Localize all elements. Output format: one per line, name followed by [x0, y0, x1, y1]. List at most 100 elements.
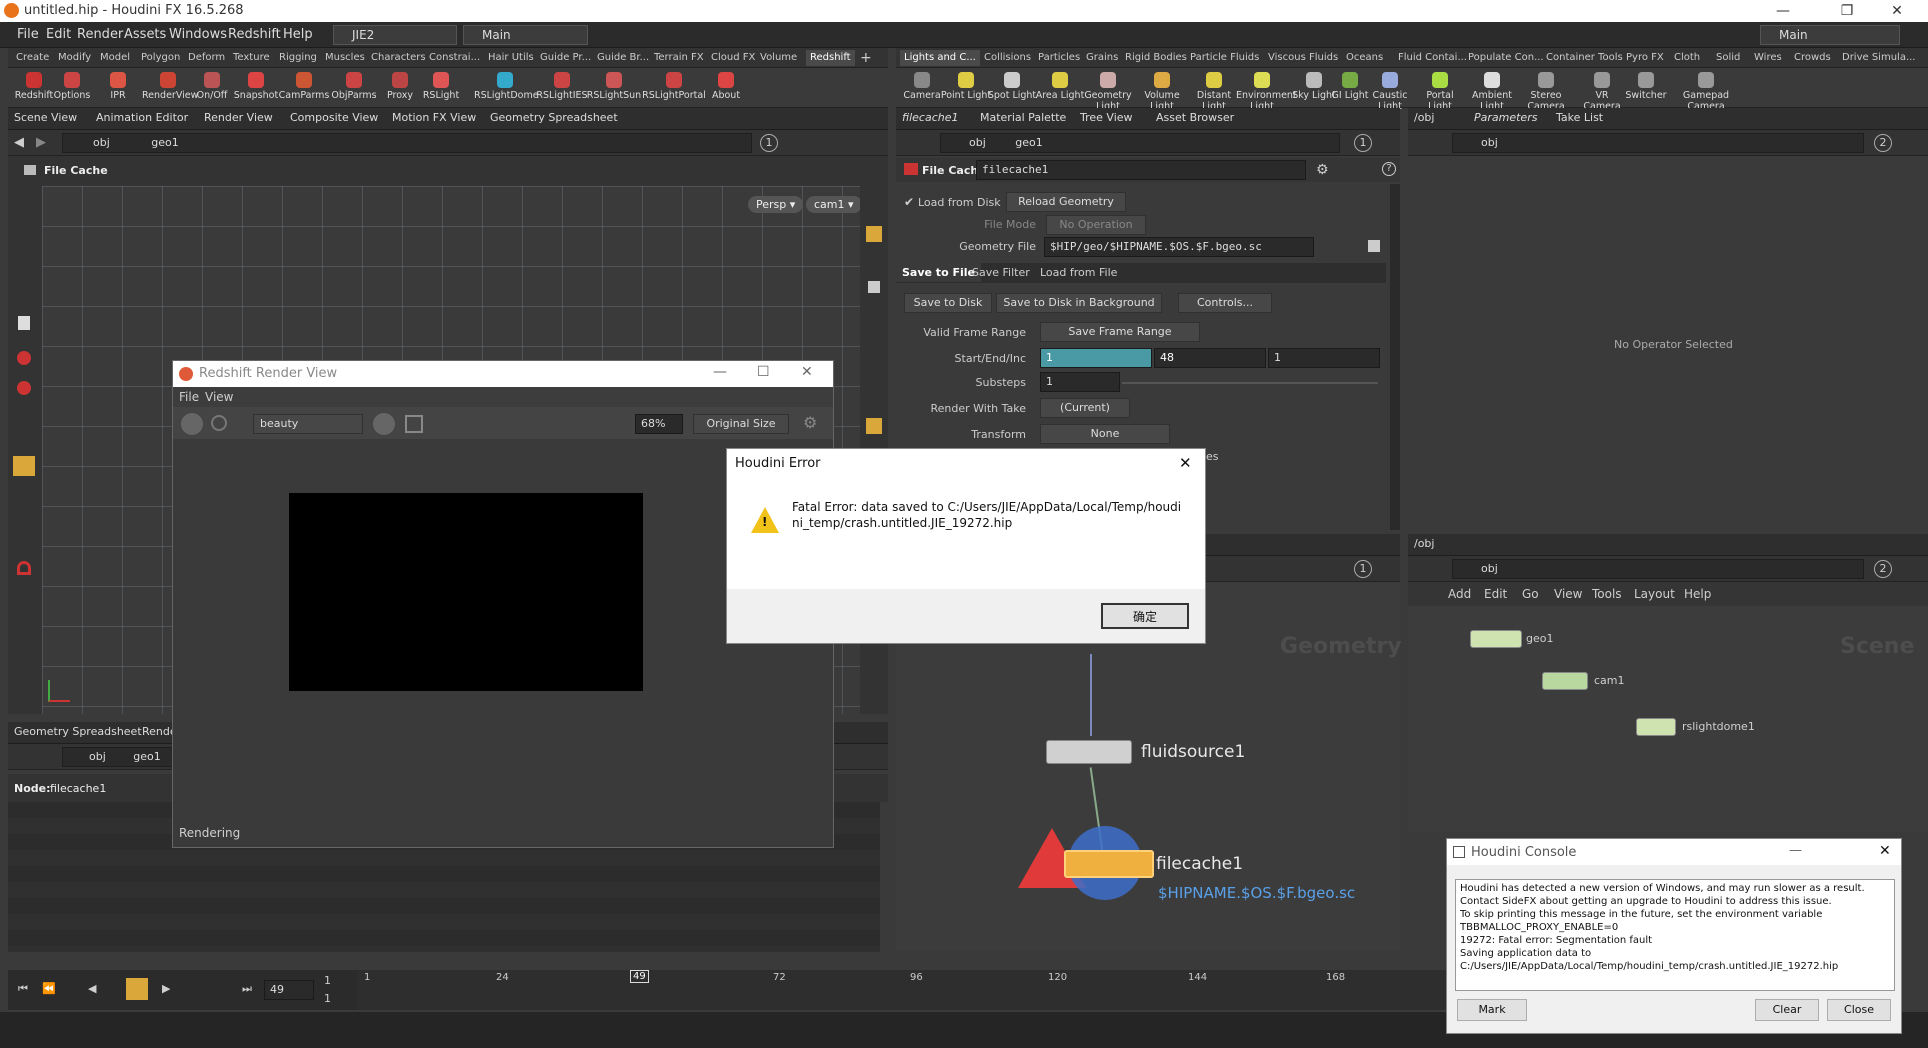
rs-aov-dropdown[interactable]: beauty [253, 414, 363, 434]
tool-stereo-camera[interactable]: Stereo Camera [1520, 68, 1572, 112]
mid-network-badge[interactable]: 1 [1354, 560, 1372, 578]
node-name-field[interactable]: filecache1 [976, 160, 1306, 180]
range-end[interactable]: 1 [324, 992, 331, 1005]
tool-rslight[interactable]: RSLight [415, 68, 467, 101]
tab-composite-view[interactable]: Composite View [290, 111, 378, 124]
rs-minimize-button[interactable]: — [713, 364, 727, 380]
param-scrollbar[interactable] [1390, 184, 1400, 530]
tool-switcher[interactable]: Switcher [1620, 68, 1672, 101]
tab-asset-browser[interactable]: Asset Browser [1156, 111, 1234, 124]
gear-icon[interactable]: ⚙ [1316, 162, 1329, 178]
shelf-tab-terrain-fx[interactable]: Terrain FX [654, 50, 704, 66]
shelf-tab-constraints[interactable]: Constrai... [429, 50, 480, 66]
mid-path-bar[interactable]: obj geo1 [940, 133, 1340, 153]
minimize-button[interactable]: — [1760, 0, 1806, 22]
shelf-tab-collisions[interactable]: Collisions [984, 50, 1031, 66]
stop-button[interactable] [126, 978, 148, 1000]
file-chooser-icon[interactable] [1368, 240, 1380, 252]
menu-render[interactable]: Render [77, 27, 123, 42]
tab-geometry-spreadsheet-lower[interactable]: Geometry Spreadsheet [14, 725, 142, 738]
shelf-tab-hair-utils[interactable]: Hair Utils [488, 50, 534, 66]
fluidsource1-node[interactable] [1046, 740, 1132, 764]
right-network-badge[interactable]: 2 [1874, 560, 1892, 578]
net-menu-help[interactable]: Help [1684, 587, 1711, 601]
reload-geometry-button[interactable]: Reload Geometry [1006, 192, 1126, 212]
net-menu-edit[interactable]: Edit [1484, 587, 1507, 601]
rs-menu-view[interactable]: View [205, 390, 233, 404]
shelf-tab-model[interactable]: Model [100, 50, 130, 66]
mid-pane-badge[interactable]: 1 [1354, 134, 1372, 152]
lock-icon[interactable] [868, 281, 880, 293]
console-mark-button[interactable]: Mark [1457, 999, 1527, 1021]
save-to-disk-button[interactable]: Save to Disk [904, 293, 992, 313]
tool-ambient-light[interactable]: Ambient Light [1466, 68, 1518, 112]
geo1-label[interactable]: geo1 [1526, 632, 1553, 645]
tab-obj-network[interactable]: /obj [1414, 537, 1434, 550]
console-close-button[interactable]: ✕ [1879, 843, 1891, 859]
tool-rslightdome[interactable]: RSLightDome [474, 68, 539, 101]
console-close-text-button[interactable]: Close [1827, 999, 1891, 1021]
net-menu-go[interactable]: Go [1522, 587, 1539, 601]
error-close-button[interactable]: ✕ [1179, 454, 1192, 472]
tab-tree-view[interactable]: Tree View [1080, 111, 1133, 124]
menu-file[interactable]: File [17, 27, 39, 42]
desktop-selector[interactable]: JIE2 [333, 25, 457, 45]
rs-crop-icon[interactable] [405, 415, 423, 433]
menu-windows[interactable]: Windows [169, 27, 227, 42]
right-path-bar[interactable]: obj [1452, 133, 1864, 153]
shelf-tab-oceans[interactable]: Oceans [1346, 50, 1383, 66]
tab-obj[interactable]: /obj [1414, 111, 1434, 124]
geo1-node[interactable] [1470, 630, 1522, 648]
net-menu-add[interactable]: Add [1448, 587, 1471, 601]
tool-rslightportal[interactable]: RSLightPortal [642, 68, 706, 101]
tab-material-palette[interactable]: Material Palette [980, 111, 1066, 124]
tool-distant-light[interactable]: Distant Light [1188, 68, 1240, 112]
geometry-file-field[interactable]: $HIP/geo/$HIPNAME.$OS.$F.bgeo.sc [1044, 237, 1314, 257]
fluidsource1-label[interactable]: fluidsource1 [1141, 742, 1245, 762]
shelf-tab-lights[interactable]: Lights and C... [900, 50, 980, 66]
subtab-save-to-file[interactable]: Save to File [896, 263, 981, 282]
menu-help[interactable]: Help [283, 27, 313, 42]
console-output[interactable]: Houdini has detected a new version of Wi… [1455, 879, 1895, 991]
move-tool-icon[interactable] [17, 351, 31, 365]
shelf-add-icon[interactable]: + [860, 50, 872, 66]
shelf-tab-pyro-fx[interactable]: Pyro FX [1626, 50, 1664, 66]
tool-snapshot[interactable]: Snapshot [230, 68, 282, 101]
magnet-icon[interactable] [17, 561, 31, 575]
rs-menu-file[interactable]: File [179, 390, 199, 404]
tool-geometry-light[interactable]: Geometry Light [1082, 68, 1134, 112]
tab-geometry-spreadsheet[interactable]: Geometry Spreadsheet [490, 111, 618, 124]
tab-parameters[interactable]: Parameters [1474, 111, 1537, 124]
current-frame-field[interactable]: 49 [264, 980, 314, 1000]
shelf-tab-guide-process[interactable]: Guide Pr... [540, 50, 591, 66]
tool-area-light[interactable]: Area Light [1034, 68, 1086, 101]
shelf-tab-muscles[interactable]: Muscles [325, 50, 365, 66]
menu-assets[interactable]: Assets [124, 27, 166, 42]
tool-options[interactable]: Options [46, 68, 98, 101]
rs-snapshot-icon[interactable] [373, 413, 395, 435]
net-menu-tools[interactable]: Tools [1592, 587, 1622, 601]
error-ok-button[interactable]: 确定 [1101, 603, 1189, 629]
filecache1-node[interactable] [1064, 850, 1154, 878]
right-desktop-selector[interactable]: Main [1760, 25, 1900, 45]
handle-tool-icon[interactable] [13, 456, 35, 476]
tool-about[interactable]: About [700, 68, 752, 101]
shelf-tab-rigid-bodies[interactable]: Rigid Bodies [1125, 50, 1187, 66]
rs-settings-gear-icon[interactable]: ⚙ [803, 413, 817, 432]
node-value[interactable]: filecache1 [50, 782, 106, 795]
inc-field[interactable]: 1 [1268, 348, 1380, 368]
jump-start-icon[interactable]: ⏮ [18, 982, 28, 996]
rs-size-dropdown[interactable]: Original Size [693, 414, 789, 434]
tool-point-light[interactable]: Point Light [940, 68, 992, 101]
help-icon[interactable]: ? [1382, 162, 1396, 176]
play-forward-icon[interactable]: ▶ [162, 982, 170, 995]
shelf-tab-fluid-containers[interactable]: Fluid Contai... [1398, 50, 1467, 66]
range-start[interactable]: 1 [324, 974, 331, 987]
forward-arrow-icon[interactable]: ▶ [36, 135, 46, 150]
tab-scene-view[interactable]: Scene View [14, 111, 77, 124]
shelf-tab-redshift[interactable]: Redshift [806, 50, 855, 66]
rs-refresh-icon[interactable] [211, 415, 227, 431]
camera-dropdown[interactable]: cam1 ▾ [806, 196, 862, 213]
pane-number-badge[interactable]: 1 [760, 134, 778, 152]
shelf-tab-particle-fluids[interactable]: Particle Fluids [1190, 50, 1259, 66]
